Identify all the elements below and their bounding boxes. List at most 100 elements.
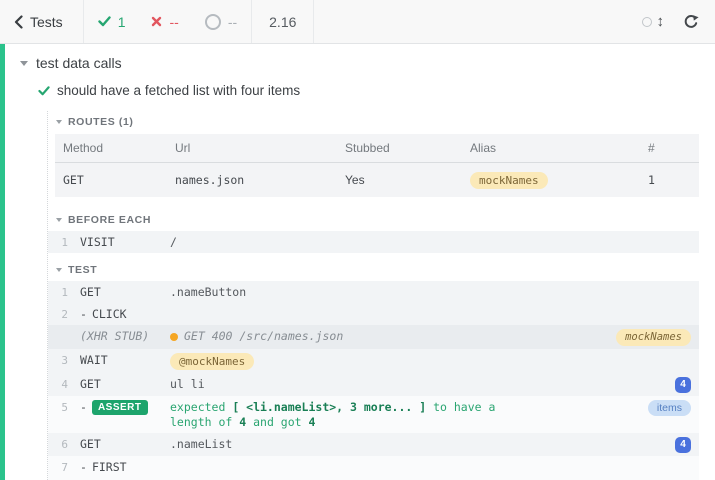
col-count: # bbox=[648, 141, 699, 155]
command-number: 6 bbox=[48, 437, 68, 452]
duration-value: 2.16 bbox=[269, 14, 296, 30]
col-alias: Alias bbox=[470, 141, 648, 155]
scroll-circle-icon bbox=[642, 17, 652, 27]
col-url: Url bbox=[175, 141, 345, 155]
xhr-request-text: GET 400 /src/names.json bbox=[184, 329, 343, 344]
routes-table-header: Method Url Stubbed Alias # bbox=[55, 134, 699, 163]
col-stubbed: Stubbed bbox=[345, 141, 470, 155]
test-title: should have a fetched list with four ite… bbox=[57, 83, 300, 98]
assert-message: expected [ <li.nameList>, 3 more... ] to… bbox=[170, 400, 522, 430]
stat-failed: -- bbox=[151, 14, 178, 30]
command-row[interactable]: 6 GET .nameList 4 bbox=[48, 433, 699, 456]
duration-box: 2.16 bbox=[251, 0, 314, 43]
col-method: Method bbox=[63, 141, 175, 155]
command-message: .nameList bbox=[170, 437, 675, 452]
command-row[interactable]: 7 -FIRST bbox=[48, 456, 699, 478]
assert-badge: ASSERT bbox=[92, 400, 148, 415]
command-message: @mockNames bbox=[170, 353, 699, 370]
test-body: ROUTES (1) Method Url Stubbed Alias # GE… bbox=[47, 111, 699, 480]
routes-section-header[interactable]: ROUTES (1) bbox=[48, 111, 699, 133]
row-right: 4 bbox=[675, 437, 699, 453]
command-name: WAIT bbox=[80, 353, 170, 368]
command-message: ul li bbox=[170, 377, 675, 392]
command-name: -CLICK bbox=[80, 307, 170, 322]
stat-pending: -- bbox=[205, 14, 237, 30]
command-number: 1 bbox=[48, 285, 68, 300]
route-url: names.json bbox=[175, 173, 345, 187]
xhr-alias-badge: mockNames bbox=[616, 329, 691, 346]
rerun-tests-button[interactable] bbox=[683, 14, 699, 30]
collapse-caret-icon bbox=[56, 218, 62, 222]
element-count-badge: 4 bbox=[675, 437, 691, 453]
command-row[interactable]: 4 GET ul li 4 bbox=[48, 373, 699, 396]
pending-count: -- bbox=[228, 14, 237, 30]
xhr-stub-row[interactable]: (XHR STUB) GET 400 /src/names.json mockN… bbox=[48, 325, 699, 349]
command-name: GET bbox=[80, 437, 170, 452]
up-down-arrow-icon: ↕ bbox=[657, 14, 665, 29]
command-number: 5 bbox=[48, 400, 68, 415]
command-row-visit[interactable]: 1 VISIT / bbox=[48, 231, 699, 253]
command-name: GET bbox=[80, 285, 170, 300]
command-name: -FIRST bbox=[80, 460, 170, 475]
route-row: GET names.json Yes mockNames 1 bbox=[55, 163, 699, 197]
before-each-label: BEFORE EACH bbox=[68, 214, 151, 226]
cypress-reporter: Tests 1 -- -- 2.16 ↕ bbox=[0, 0, 715, 480]
assert-message-cell: expected [ <li.nameList>, 3 more... ] to… bbox=[170, 400, 648, 430]
command-name: -ASSERT bbox=[80, 400, 170, 415]
command-row[interactable]: 1 GET .nameButton bbox=[48, 281, 699, 303]
collapse-caret-icon bbox=[56, 268, 62, 272]
route-alias-cell: mockNames bbox=[470, 173, 648, 187]
test-stats: 1 -- -- bbox=[84, 0, 251, 43]
command-number: 1 bbox=[48, 235, 68, 250]
x-icon bbox=[151, 16, 162, 27]
row-right: items bbox=[648, 400, 699, 416]
command-message: .nameButton bbox=[170, 285, 699, 300]
routes-section-label: ROUTES (1) bbox=[68, 116, 134, 128]
test-section-label: TEST bbox=[68, 264, 97, 276]
command-number: 2 bbox=[48, 307, 68, 322]
before-each-section-header[interactable]: BEFORE EACH bbox=[48, 209, 699, 231]
items-alias-badge: items bbox=[648, 400, 691, 416]
pending-circle-icon bbox=[205, 14, 221, 30]
command-name: VISIT bbox=[80, 235, 170, 250]
command-number: 4 bbox=[48, 377, 68, 392]
xhr-message: GET 400 /src/names.json bbox=[170, 329, 616, 344]
test-passed-check-icon bbox=[38, 86, 50, 96]
route-stubbed: Yes bbox=[345, 173, 470, 187]
back-to-tests-button[interactable]: Tests bbox=[0, 0, 84, 43]
test-header[interactable]: should have a fetched list with four ite… bbox=[0, 71, 715, 107]
header-controls: ↕ bbox=[642, 0, 715, 43]
suite-title: test data calls bbox=[36, 55, 122, 71]
command-message: / bbox=[170, 235, 699, 250]
suite-header[interactable]: test data calls bbox=[0, 44, 715, 71]
wait-alias-badge: @mockNames bbox=[170, 353, 254, 370]
route-alias-badge: mockNames bbox=[470, 172, 548, 189]
command-name: GET bbox=[80, 377, 170, 392]
xhr-stub-label-cell: (XHR STUB) bbox=[80, 329, 170, 344]
command-number: 7 bbox=[48, 460, 68, 475]
back-label: Tests bbox=[30, 14, 63, 30]
auto-scroll-toggle[interactable]: ↕ bbox=[642, 14, 665, 29]
xhr-stub-dot-icon bbox=[170, 333, 178, 341]
failed-count: -- bbox=[169, 14, 178, 30]
route-count: 1 bbox=[648, 173, 699, 187]
refresh-icon bbox=[683, 14, 699, 30]
element-count-badge: 4 bbox=[675, 377, 691, 393]
chevron-left-icon bbox=[14, 15, 23, 29]
command-row[interactable]: 2 -CLICK bbox=[48, 303, 699, 325]
reporter-header: Tests 1 -- -- 2.16 ↕ bbox=[0, 0, 715, 44]
collapse-caret-icon bbox=[20, 61, 28, 66]
test-section-header[interactable]: TEST bbox=[48, 259, 699, 281]
check-icon bbox=[98, 16, 111, 27]
passed-count: 1 bbox=[118, 14, 126, 30]
stat-passed: 1 bbox=[98, 14, 126, 30]
route-method: GET bbox=[63, 173, 175, 187]
command-row[interactable]: 3 WAIT @mockNames bbox=[48, 349, 699, 373]
row-right: mockNames bbox=[616, 329, 699, 346]
assert-row[interactable]: 5 -ASSERT expected [ <li.nameList>, 3 mo… bbox=[48, 396, 699, 433]
collapse-caret-icon bbox=[56, 120, 62, 124]
xhr-stub-label: (XHR STUB) bbox=[80, 329, 149, 344]
command-number: 3 bbox=[48, 353, 68, 368]
test-passed-bar bbox=[0, 44, 5, 480]
routes-table: Method Url Stubbed Alias # GET names.jso… bbox=[55, 134, 699, 197]
